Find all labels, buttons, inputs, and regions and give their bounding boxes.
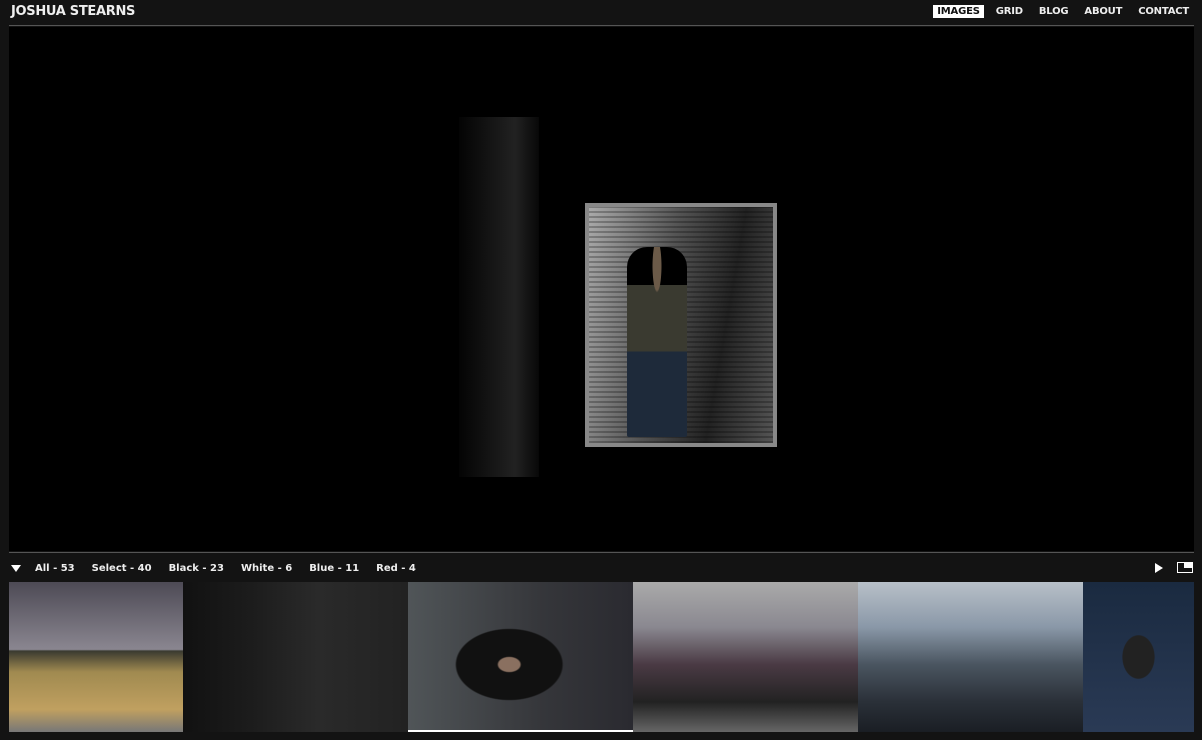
nav-images[interactable]: IMAGES <box>933 5 984 18</box>
image-person <box>627 247 687 437</box>
filter-red[interactable]: Red - 4 <box>376 563 416 574</box>
nav-blog[interactable]: BLOG <box>1035 5 1073 18</box>
divider <box>9 25 1194 26</box>
filter-bar: All - 53 Select - 40 Black - 23 White - … <box>9 559 433 577</box>
nav-contact[interactable]: CONTACT <box>1134 5 1193 18</box>
image-wall <box>459 117 539 477</box>
filter-white[interactable]: White - 6 <box>241 563 292 574</box>
triangle-down-icon[interactable] <box>11 564 21 572</box>
main-nav: IMAGES GRID BLOG ABOUT CONTACT <box>933 5 1193 18</box>
thumbnail[interactable] <box>9 582 183 732</box>
filter-blue[interactable]: Blue - 11 <box>309 563 359 574</box>
filter-all[interactable]: All - 53 <box>35 563 75 574</box>
main-image[interactable] <box>9 27 1194 551</box>
nav-about[interactable]: ABOUT <box>1080 5 1126 18</box>
thumbnail-strip[interactable] <box>9 582 1194 732</box>
image-window <box>585 203 777 447</box>
filter-select[interactable]: Select - 40 <box>92 563 152 574</box>
divider <box>9 552 1194 553</box>
thumbnail[interactable] <box>408 582 633 732</box>
fullscreen-icon[interactable] <box>1177 562 1193 573</box>
header: JOSHUA STEARNS IMAGES GRID BLOG ABOUT CO… <box>0 0 1202 26</box>
site-title[interactable]: JOSHUA STEARNS <box>11 4 135 19</box>
thumbnail[interactable] <box>183 582 408 732</box>
filter-black[interactable]: Black - 23 <box>169 563 224 574</box>
thumbnail[interactable] <box>1083 582 1194 732</box>
thumbnail[interactable] <box>633 582 858 732</box>
nav-grid[interactable]: GRID <box>992 5 1027 18</box>
thumbnail[interactable] <box>858 582 1083 732</box>
play-icon[interactable] <box>1155 563 1163 573</box>
